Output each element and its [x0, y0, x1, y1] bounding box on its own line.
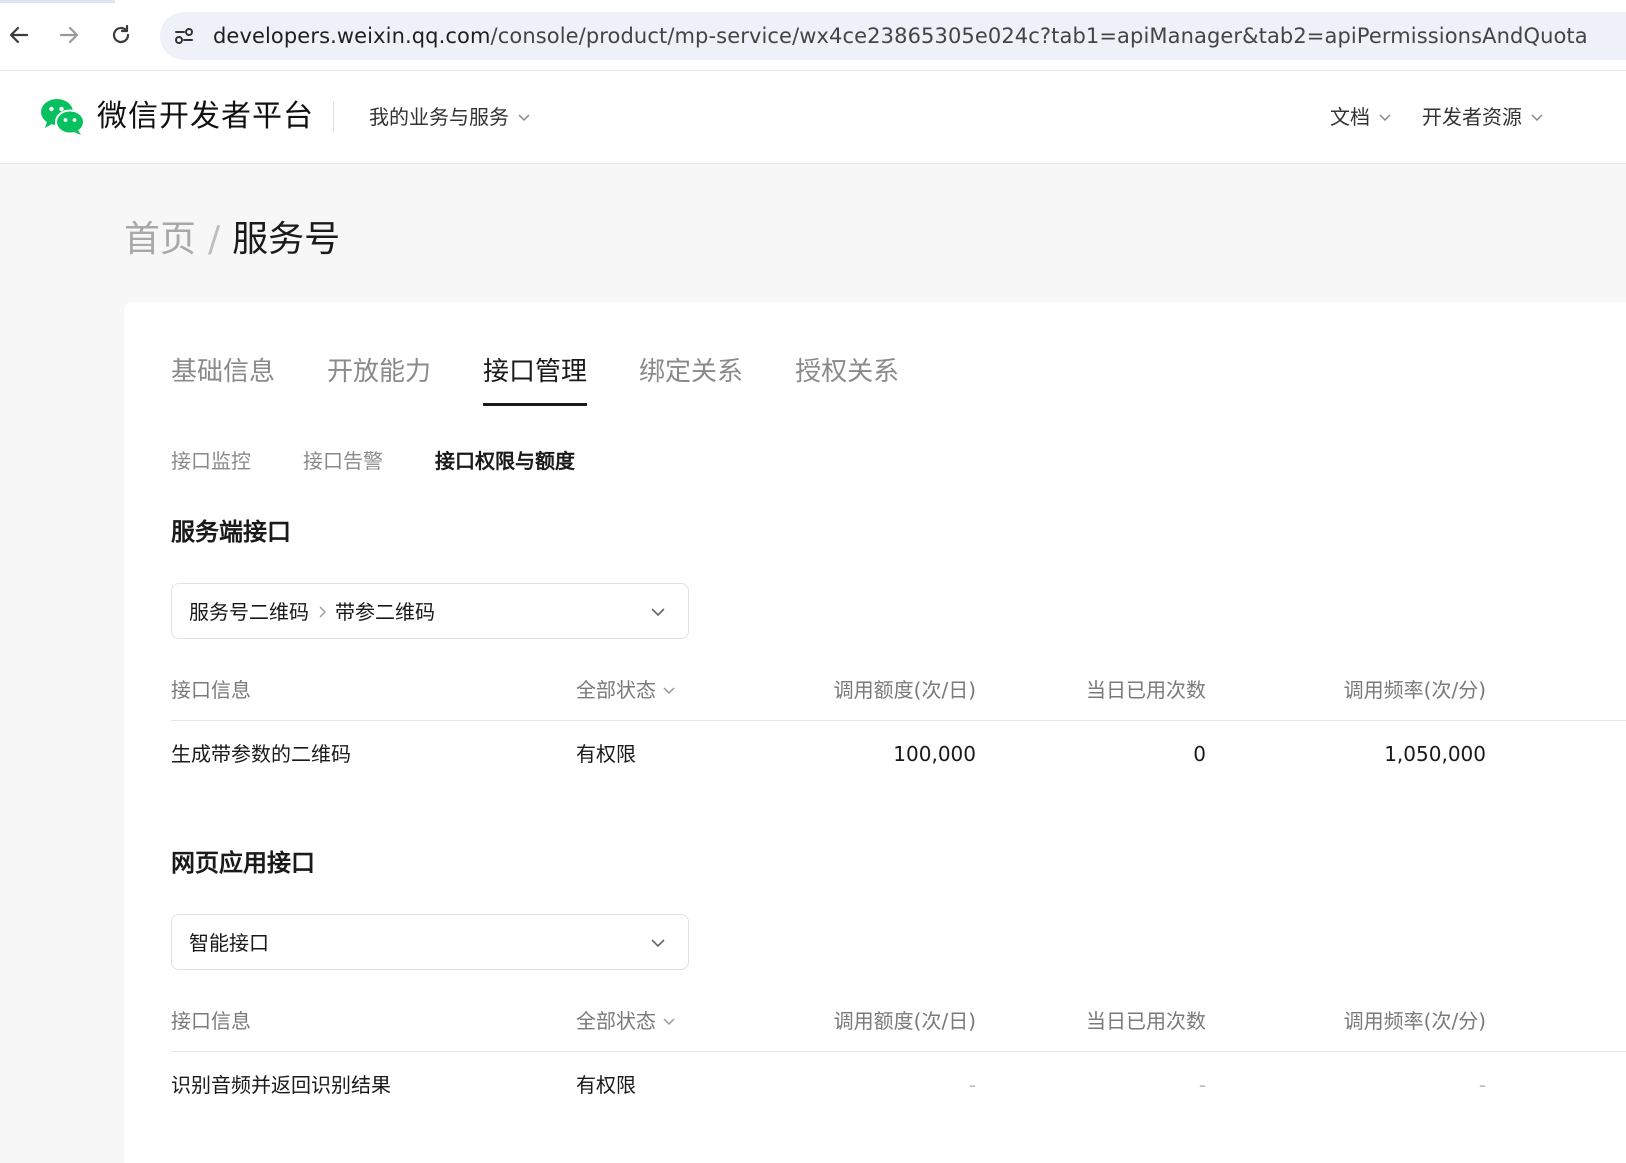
reload-button[interactable]	[104, 18, 138, 52]
table-row: 识别音频并返回识别结果 有权限 - - -	[171, 1052, 1626, 1118]
site-info-icon[interactable]	[172, 24, 196, 48]
header-status: 全部状态	[576, 1009, 656, 1033]
sub-tabs: 接口监控 接口告警 接口权限与额度	[171, 447, 627, 475]
chevron-right-icon	[319, 606, 326, 618]
table-row: 生成带参数的二维码 有权限 100,000 0 1,050,000	[171, 721, 1626, 787]
services-menu-label: 我的业务与服务	[369, 105, 509, 129]
api-rate: -	[1478, 1073, 1486, 1097]
api-quota: 100,000	[893, 742, 976, 766]
resources-menu-label: 开发者资源	[1422, 105, 1522, 129]
header-rate: 调用频率(次/分)	[1343, 678, 1486, 702]
api-used: -	[1198, 1073, 1206, 1097]
chevron-down-icon	[663, 1018, 675, 1026]
status-filter[interactable]: 全部状态	[576, 676, 676, 704]
address-bar[interactable]: developers.weixin.qq.com/console/product…	[160, 12, 1626, 60]
forward-arrow-icon	[59, 26, 79, 44]
web-api-select[interactable]: 智能接口	[171, 914, 689, 970]
chevron-down-icon	[651, 939, 665, 948]
server-api-select[interactable]: 服务号二维码 带参二维码	[171, 583, 689, 639]
back-arrow-icon	[9, 26, 29, 44]
header-used: 当日已用次数	[1086, 1009, 1206, 1033]
chevron-down-icon	[1379, 114, 1391, 122]
server-api-table: 接口信息 全部状态 调用额度(次/日) 当日已用次数 调用频率(次/分) 生成带…	[171, 664, 1626, 787]
select-value: 服务号二维码 带参二维码	[189, 598, 435, 626]
section-title-web-api: 网页应用接口	[171, 849, 315, 877]
platform-title[interactable]: 微信开发者平台	[97, 97, 314, 137]
status-filter[interactable]: 全部状态	[576, 1007, 676, 1035]
api-status: 有权限	[576, 1073, 636, 1097]
select-child: 带参二维码	[335, 600, 435, 624]
tab-api-management[interactable]: 接口管理	[483, 352, 588, 406]
docs-menu-label: 文档	[1330, 105, 1370, 129]
back-button[interactable]	[2, 18, 36, 52]
header-quota: 调用额度(次/日)	[833, 1009, 976, 1033]
site-header: 微信开发者平台 我的业务与服务 文档 开发者资源	[0, 71, 1626, 164]
chevron-down-icon	[518, 114, 530, 122]
header-rate: 调用频率(次/分)	[1343, 1009, 1486, 1033]
api-rate: 1,050,000	[1384, 742, 1486, 766]
main-tabs: 基础信息 开放能力 接口管理 绑定关系 授权关系	[171, 352, 951, 406]
breadcrumb-current: 服务号	[232, 219, 341, 260]
subtab-api-alerts[interactable]: 接口告警	[303, 447, 383, 475]
tab-authorization[interactable]: 授权关系	[795, 352, 899, 402]
api-status: 有权限	[576, 742, 636, 766]
services-menu[interactable]: 我的业务与服务	[369, 104, 531, 130]
forward-button[interactable]	[52, 18, 86, 52]
tab-open-capabilities[interactable]: 开放能力	[327, 352, 431, 402]
api-name: 生成带参数的二维码	[171, 742, 351, 766]
active-tab-indicator	[0, 0, 115, 3]
web-api-table: 接口信息 全部状态 调用额度(次/日) 当日已用次数 调用频率(次/分) 识别音…	[171, 995, 1626, 1118]
header-quota: 调用额度(次/日)	[833, 678, 976, 702]
breadcrumb-home[interactable]: 首页	[124, 215, 196, 265]
tab-binding[interactable]: 绑定关系	[639, 352, 743, 402]
api-quota: -	[968, 1073, 976, 1097]
api-name: 识别音频并返回识别结果	[171, 1073, 391, 1097]
header-api-info: 接口信息	[171, 678, 251, 702]
header-status: 全部状态	[576, 678, 656, 702]
select-value: 智能接口	[189, 929, 269, 957]
reload-icon	[112, 24, 130, 44]
chevron-down-icon	[1531, 114, 1543, 122]
breadcrumb: 首页 / 服务号	[124, 215, 340, 265]
url-text[interactable]: developers.weixin.qq.com/console/product…	[213, 23, 1588, 49]
header-divider	[333, 101, 334, 133]
resources-menu[interactable]: 开发者资源	[1422, 104, 1544, 130]
select-parent: 服务号二维码	[189, 600, 309, 624]
table-header: 接口信息 全部状态 调用额度(次/日) 当日已用次数 调用频率(次/分)	[171, 995, 1626, 1052]
table-header: 接口信息 全部状态 调用额度(次/日) 当日已用次数 调用频率(次/分)	[171, 664, 1626, 721]
api-used: 0	[1193, 742, 1206, 766]
chevron-down-icon	[663, 687, 675, 695]
breadcrumb-separator: /	[208, 219, 221, 260]
subtab-api-monitoring[interactable]: 接口监控	[171, 447, 251, 475]
header-used: 当日已用次数	[1086, 678, 1206, 702]
header-api-info: 接口信息	[171, 1009, 251, 1033]
chevron-down-icon	[651, 608, 665, 617]
browser-toolbar: developers.weixin.qq.com/console/product…	[0, 0, 1626, 71]
url-host: developers.weixin.qq.com	[213, 24, 491, 48]
content-card: 基础信息 开放能力 接口管理 绑定关系 授权关系 接口监控 接口告警 接口权限与…	[124, 302, 1626, 1163]
url-path: /console/product/mp-service/wx4ce2386530…	[490, 24, 1588, 48]
wechat-logo-icon	[41, 99, 85, 135]
subtab-permissions-quota[interactable]: 接口权限与额度	[435, 447, 575, 475]
tab-basic-info[interactable]: 基础信息	[171, 352, 275, 402]
select-parent: 智能接口	[189, 931, 269, 955]
section-title-server-api: 服务端接口	[171, 518, 291, 546]
docs-menu[interactable]: 文档	[1330, 104, 1392, 130]
